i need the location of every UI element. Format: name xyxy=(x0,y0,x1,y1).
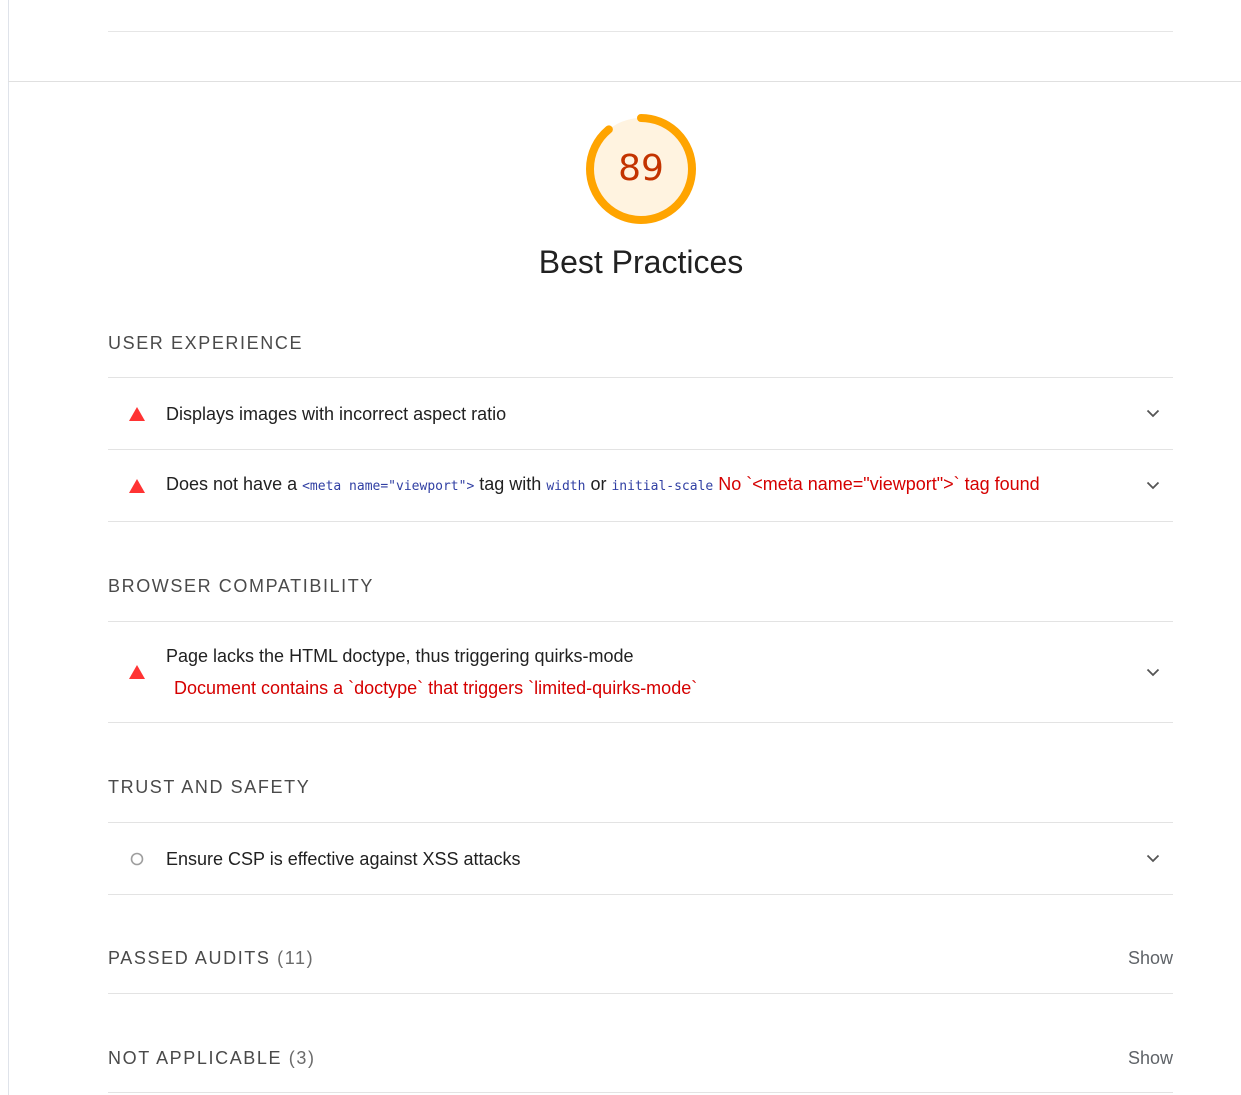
fail-triangle-icon xyxy=(108,478,166,493)
audit-viewport-meta[interactable]: Does not have a <meta name="viewport"> t… xyxy=(108,450,1173,521)
code-initial-scale: initial-scale xyxy=(611,479,714,494)
audit-title-part: tag with xyxy=(474,474,547,494)
audit-divider xyxy=(108,894,1173,895)
audit-title: Displays images with incorrect aspect ra… xyxy=(166,403,507,424)
top-divider xyxy=(108,31,1173,32)
not-applicable-title[interactable]: Not applicable (3) xyxy=(108,1048,316,1069)
category-divider xyxy=(8,81,1241,82)
gauge-score: 89 xyxy=(618,148,664,189)
audit-image-aspect-ratio[interactable]: Displays images with incorrect aspect ra… xyxy=(108,378,1173,449)
audit-text: Page lacks the HTML doctype, thus trigge… xyxy=(166,644,1133,700)
audit-divider xyxy=(108,722,1173,723)
code-width: width xyxy=(546,479,586,494)
chevron-down-icon[interactable] xyxy=(1133,854,1173,863)
not-applicable-label: Not applicable xyxy=(108,1048,283,1068)
chevron-down-icon[interactable] xyxy=(1133,668,1173,677)
category-title: Best Practices xyxy=(538,244,744,280)
audit-error-text: Document contains a `doctype` that trigg… xyxy=(174,678,698,698)
audit-title: Page lacks the HTML doctype, thus trigge… xyxy=(166,646,634,666)
not-applicable-count: (3) xyxy=(288,1048,316,1068)
audit-doctype[interactable]: Page lacks the HTML doctype, thus trigge… xyxy=(108,622,1173,722)
chevron-down-icon[interactable] xyxy=(1133,481,1173,490)
chevron-down-icon[interactable] xyxy=(1133,409,1173,418)
audit-csp-xss[interactable]: Ensure CSP is effective against XSS atta… xyxy=(108,823,1173,894)
fail-triangle-icon xyxy=(108,406,166,421)
group-divider xyxy=(108,993,1173,994)
group-title-user-experience: User Experience xyxy=(108,333,304,353)
fail-triangle-icon xyxy=(108,665,166,679)
audit-title: Does not have a <meta name="viewport"> t… xyxy=(166,472,1133,499)
passed-audits-title[interactable]: Passed audits (11) xyxy=(108,948,314,969)
passed-audits-label: Passed audits xyxy=(108,948,271,968)
informative-circle-icon xyxy=(108,852,166,866)
audit-divider xyxy=(108,521,1173,522)
group-title-trust-and-safety: Trust and Safety xyxy=(108,777,311,797)
score-gauge[interactable]: 89 xyxy=(585,113,697,225)
passed-audits-count: (11) xyxy=(277,948,315,968)
passed-audits-show-button[interactable]: Show xyxy=(1110,948,1173,969)
audit-title-part: Does not have a xyxy=(166,474,303,494)
audit-title: Ensure CSP is effective against XSS atta… xyxy=(166,848,521,869)
code-meta-viewport: <meta name="viewport"> xyxy=(302,479,475,494)
not-applicable-show-button[interactable]: Show xyxy=(1110,1048,1173,1069)
audit-title-part: or xyxy=(585,474,612,494)
left-border xyxy=(8,0,9,1095)
audit-error-text: No `<meta name="viewport">` tag found xyxy=(713,474,1040,494)
group-divider xyxy=(108,1092,1173,1093)
group-title-browser-compatibility: Browser Compatibility xyxy=(108,576,374,596)
